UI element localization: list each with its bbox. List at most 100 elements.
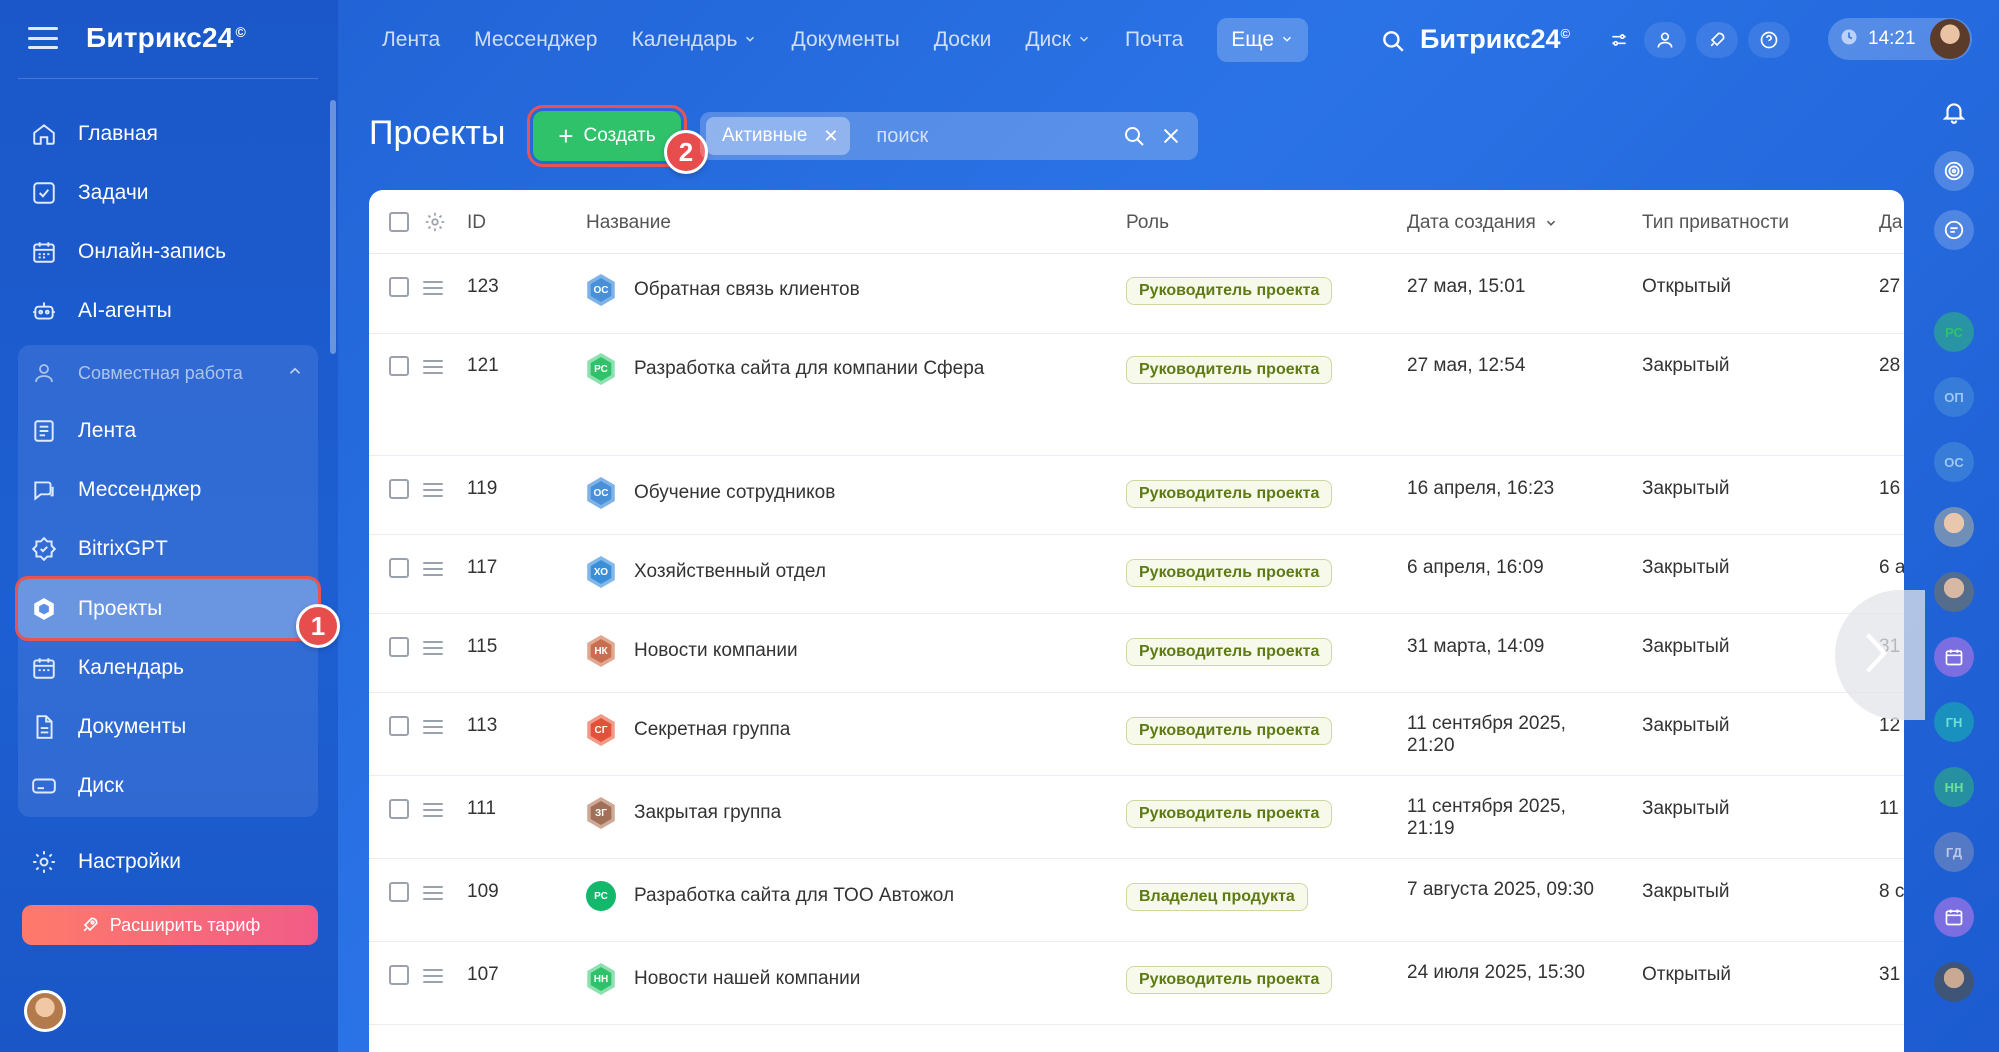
drag-handle-icon[interactable] (423, 969, 443, 983)
rail-project-gd[interactable]: ГД (1934, 832, 1974, 872)
calendar-icon[interactable] (1934, 897, 1974, 937)
group-header[interactable]: Совместная работа (18, 345, 318, 401)
column-header-created[interactable]: Дата создания (1407, 212, 1558, 234)
drag-handle-icon[interactable] (423, 281, 443, 295)
rocket-icon[interactable] (1696, 22, 1738, 58)
search-icon[interactable] (1122, 124, 1146, 148)
table-row[interactable]: 115 НК Новости компании Руководитель про… (369, 614, 1904, 693)
calendar-icon[interactable] (1934, 637, 1974, 677)
sidebar-item-settings[interactable]: Настройки (18, 832, 318, 891)
cell-name[interactable]: Разработка сайта для компании Сфера (634, 358, 984, 380)
column-header-id[interactable]: ID (467, 212, 486, 234)
select-all-checkbox[interactable] (389, 212, 409, 232)
rail-project-gn[interactable]: ГН (1934, 702, 1974, 742)
sidebar-item-booking[interactable]: Онлайн-запись (18, 222, 318, 281)
clear-icon[interactable] (1160, 125, 1182, 147)
upgrade-plan-button[interactable]: Расширить тариф (22, 905, 318, 945)
rail-avatar[interactable] (1934, 962, 1974, 1002)
table-row[interactable]: 119 ОС Обучение сотрудников Руководитель… (369, 456, 1904, 535)
sidebar-item-feed[interactable]: Лента (18, 401, 318, 460)
filter-chip-active[interactable]: Активные ✕ (706, 117, 851, 155)
drag-handle-icon[interactable] (423, 803, 443, 817)
brand-logo-top[interactable]: Битрикс24© (1420, 24, 1570, 55)
sidebar-item-documents[interactable]: Документы (18, 697, 318, 756)
row-checkbox[interactable] (389, 882, 409, 902)
user-add-icon[interactable] (1644, 22, 1686, 58)
topnav-calendar[interactable]: Календарь (631, 28, 757, 52)
column-header-more[interactable]: Да (1879, 212, 1902, 234)
table-row[interactable]: 107 НН Новости нашей компании Руководите… (369, 942, 1904, 1025)
rail-avatar[interactable] (1934, 507, 1974, 547)
sidebar-item-messenger[interactable]: Мессенджер (18, 460, 318, 519)
drag-handle-icon[interactable] (423, 562, 443, 576)
sidebar-item-label: Проекты (78, 596, 163, 620)
topnav-feed[interactable]: Лента (382, 28, 440, 52)
table-row[interactable]: 117 ХО Хозяйственный отдел Руководитель … (369, 535, 1904, 614)
rail-avatar[interactable] (1934, 572, 1974, 612)
rail-project-os[interactable]: ОС (1934, 442, 1974, 482)
column-header-privacy[interactable]: Тип приватности (1642, 212, 1789, 234)
row-checkbox[interactable] (389, 356, 409, 376)
sidebar-item-tasks[interactable]: Задачи (18, 163, 318, 222)
topnav-boards[interactable]: Доски (934, 28, 992, 52)
sliders-icon[interactable] (1604, 22, 1634, 58)
bell-icon[interactable] (1934, 92, 1974, 132)
sidebar-item-disk[interactable]: Диск (18, 757, 318, 816)
cell-name[interactable]: Новости нашей компании (634, 968, 860, 990)
help-icon[interactable] (1748, 22, 1790, 58)
topnav-disk[interactable]: Диск (1025, 28, 1091, 52)
user-avatar[interactable] (24, 990, 66, 1032)
row-checkbox[interactable] (389, 799, 409, 819)
topnav-more[interactable]: Еще (1217, 18, 1309, 62)
cell-name[interactable]: Разработка сайта для ТОО Автожол (634, 885, 954, 907)
rail-project-rs[interactable]: РС (1934, 312, 1974, 352)
search-icon[interactable] (1380, 28, 1406, 59)
row-checkbox[interactable] (389, 716, 409, 736)
row-checkbox[interactable] (389, 637, 409, 657)
topnav-mail[interactable]: Почта (1125, 28, 1183, 52)
gear-icon[interactable] (424, 211, 446, 238)
table-row[interactable]: 121 РС Разработка сайта для компании Сфе… (369, 334, 1904, 456)
chevron-up-icon[interactable] (286, 362, 304, 385)
chat-icon[interactable] (1934, 210, 1974, 250)
clock-widget[interactable]: 14:21 (1828, 18, 1972, 60)
drag-handle-icon[interactable] (423, 483, 443, 497)
column-header-role[interactable]: Роль (1126, 212, 1169, 234)
sidebar-item-home[interactable]: Главная (18, 104, 318, 163)
drag-handle-icon[interactable] (423, 886, 443, 900)
topnav-documents[interactable]: Документы (791, 28, 899, 52)
drag-handle-icon[interactable] (423, 360, 443, 374)
row-checkbox[interactable] (389, 277, 409, 297)
cell-name[interactable]: Закрытая группа (634, 802, 781, 824)
cell-name[interactable]: Хозяйственный отдел (634, 561, 826, 583)
sidebar-item-bitrixgpt[interactable]: BitrixGPT (18, 520, 318, 579)
target-icon[interactable] (1934, 151, 1974, 191)
row-checkbox[interactable] (389, 965, 409, 985)
table-row[interactable]: 109 РС Разработка сайта для ТОО Автожол … (369, 859, 1904, 942)
brand-logo[interactable]: Битрикс24 © (86, 22, 246, 54)
create-button[interactable]: + Создать (527, 105, 687, 167)
drag-handle-icon[interactable] (423, 641, 443, 655)
cell-name[interactable]: Секретная группа (634, 719, 790, 741)
cell-name[interactable]: Обучение сотрудников (634, 482, 835, 504)
drag-handle-icon[interactable] (423, 720, 443, 734)
sidebar-scrollbar[interactable] (330, 100, 336, 354)
topnav-messenger[interactable]: Мессенджер (474, 28, 597, 52)
sidebar-item-ai-agents[interactable]: AI-агенты (18, 281, 318, 340)
search-input[interactable] (876, 124, 1107, 148)
table-row[interactable]: 113 СГ Секретная группа Руководитель про… (369, 693, 1904, 776)
close-icon[interactable]: ✕ (823, 126, 838, 147)
menu-icon[interactable] (28, 27, 58, 49)
sidebar-item-projects[interactable]: Проекты (15, 575, 321, 642)
rail-project-op[interactable]: ОП (1934, 377, 1974, 417)
row-checkbox[interactable] (389, 479, 409, 499)
cell-name[interactable]: Обратная связь клиентов (634, 279, 860, 301)
user-avatar[interactable] (1930, 19, 1970, 59)
row-checkbox[interactable] (389, 558, 409, 578)
table-row[interactable]: 123 ОС Обратная связь клиентов Руководит… (369, 254, 1904, 334)
sidebar-item-calendar[interactable]: Календарь (18, 638, 318, 697)
cell-name[interactable]: Новости компании (634, 640, 798, 662)
table-row[interactable]: 111 ЗГ Закрытая группа Руководитель прое… (369, 776, 1904, 859)
column-header-name[interactable]: Название (586, 212, 671, 234)
rail-project-nn[interactable]: НН (1934, 767, 1974, 807)
